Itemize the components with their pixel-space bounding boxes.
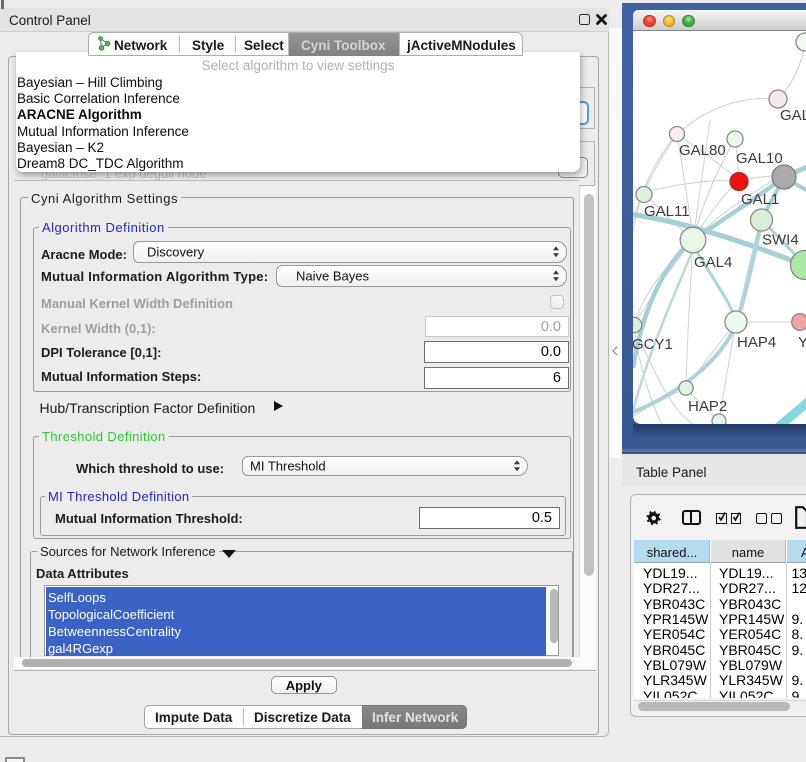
svg-text:GCY1: GCY1 (633, 336, 673, 353)
svg-text:HAP2: HAP2 (688, 398, 727, 415)
svg-text:HAP4: HAP4 (737, 334, 776, 351)
svg-text:Y: Y (798, 334, 806, 351)
svg-text:SWI4: SWI4 (762, 232, 799, 249)
svg-text:GAL4: GAL4 (694, 254, 732, 271)
svg-text:GAL80: GAL80 (679, 142, 726, 159)
svg-text:GAL: GAL (780, 107, 806, 124)
svg-text:GAL11: GAL11 (644, 203, 690, 220)
svg-text:GAL10: GAL10 (736, 150, 783, 167)
svg-text:GAL1: GAL1 (741, 191, 779, 208)
